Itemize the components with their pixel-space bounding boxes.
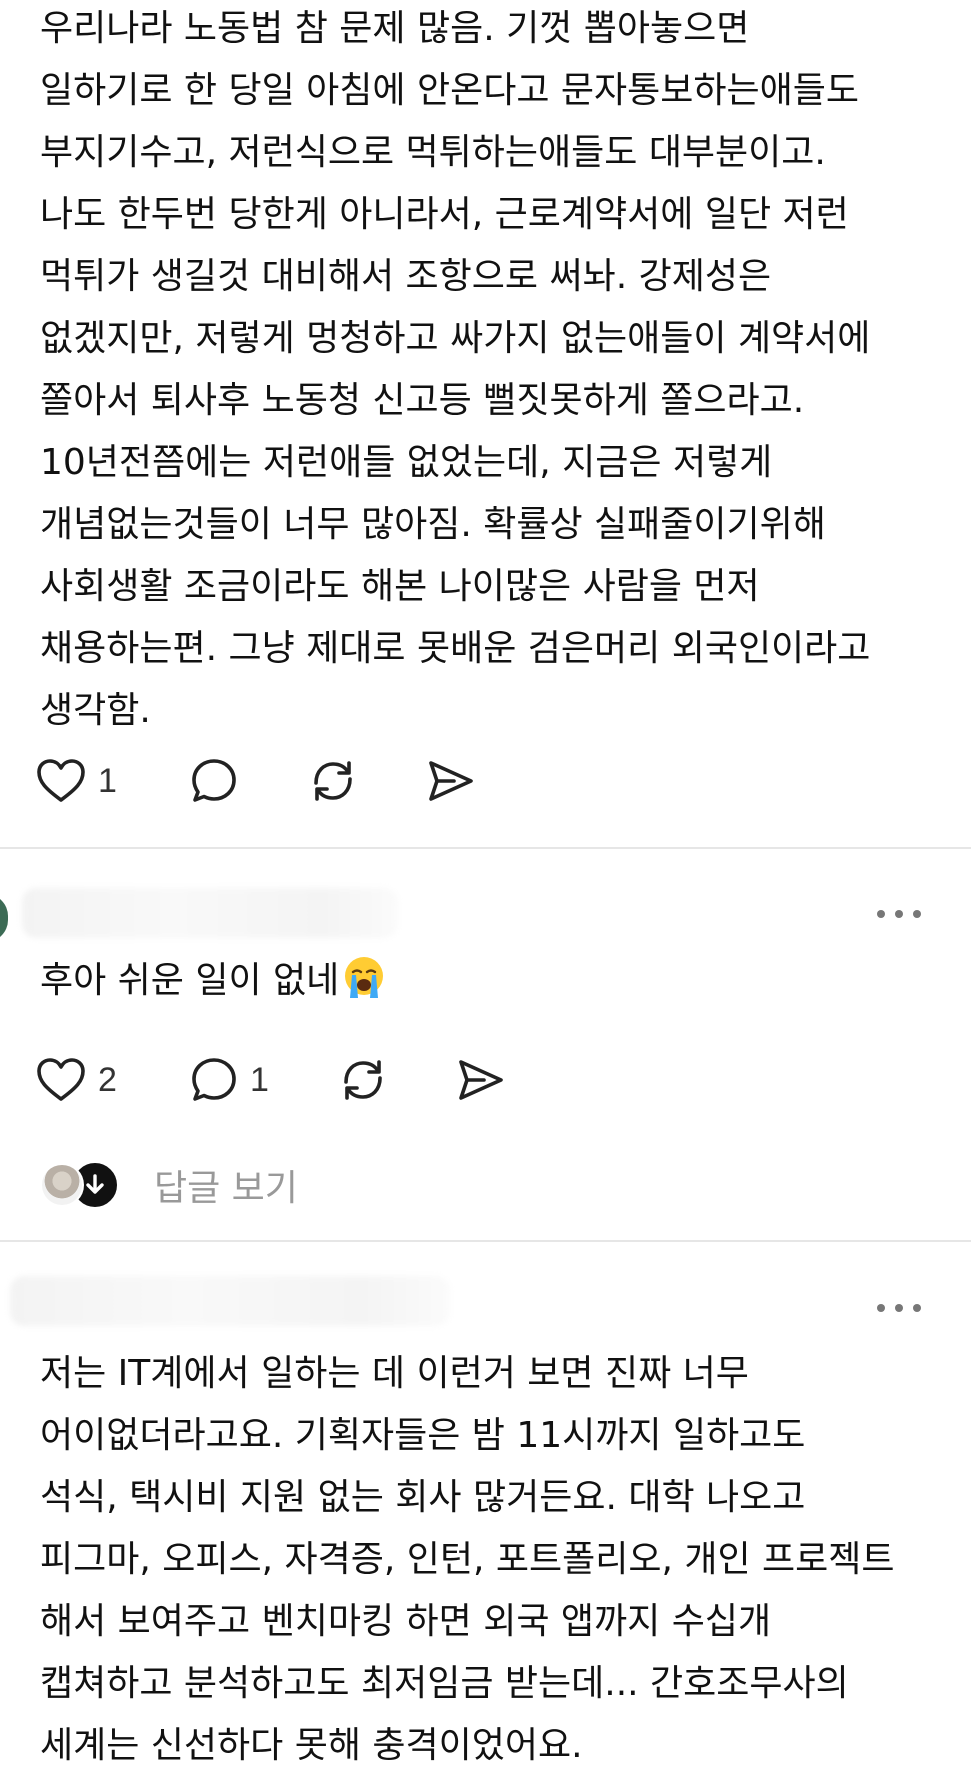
- post-body-text: 후아 쉬운 일이 없네: [40, 950, 960, 1012]
- comment-button[interactable]: [190, 753, 238, 809]
- like-button[interactable]: 1: [36, 753, 117, 809]
- repost-icon: [344, 1060, 382, 1100]
- avatar[interactable]: [0, 894, 8, 942]
- like-button[interactable]: 2: [36, 1052, 117, 1108]
- share-button[interactable]: [456, 1052, 506, 1108]
- view-replies-row[interactable]: 답글 보기: [40, 1160, 298, 1210]
- divider: [0, 1240, 971, 1242]
- like-count: 2: [98, 1060, 117, 1099]
- comment-icon: [192, 759, 236, 802]
- share-button[interactable]: [426, 753, 476, 809]
- heart-icon: [37, 759, 85, 802]
- comment-button[interactable]: 1: [190, 1052, 269, 1108]
- like-count: 1: [98, 761, 117, 800]
- avatar: [40, 1163, 84, 1207]
- view-replies-link[interactable]: 답글 보기: [154, 1159, 298, 1211]
- comment-count: 1: [250, 1060, 269, 1099]
- heart-icon: [37, 1058, 85, 1101]
- crying-face-emoji: [345, 957, 384, 998]
- author-name-redacted: [22, 888, 398, 938]
- repost-button[interactable]: [308, 753, 358, 809]
- repost-button[interactable]: [338, 1052, 388, 1108]
- post-body-text: 우리나라 노동법 참 문제 많음. 기껏 뽑아놓으면 일하기로 한 당일 아침에…: [40, 8, 871, 731]
- divider: [0, 847, 971, 849]
- more-options-button[interactable]: [877, 904, 921, 924]
- share-icon: [429, 761, 473, 801]
- repost-icon: [314, 761, 352, 801]
- more-options-button[interactable]: [877, 1298, 921, 1318]
- more-icon: [877, 910, 885, 918]
- author-name-redacted: [10, 1276, 450, 1326]
- comment-icon: [192, 1058, 236, 1101]
- more-icon: [877, 1304, 885, 1312]
- share-icon: [459, 1060, 503, 1100]
- post-body-text: 저는 IT계에서 일하는 데 이런거 보면 진짜 너무 어이없더라고요. 기획자…: [40, 1353, 895, 1766]
